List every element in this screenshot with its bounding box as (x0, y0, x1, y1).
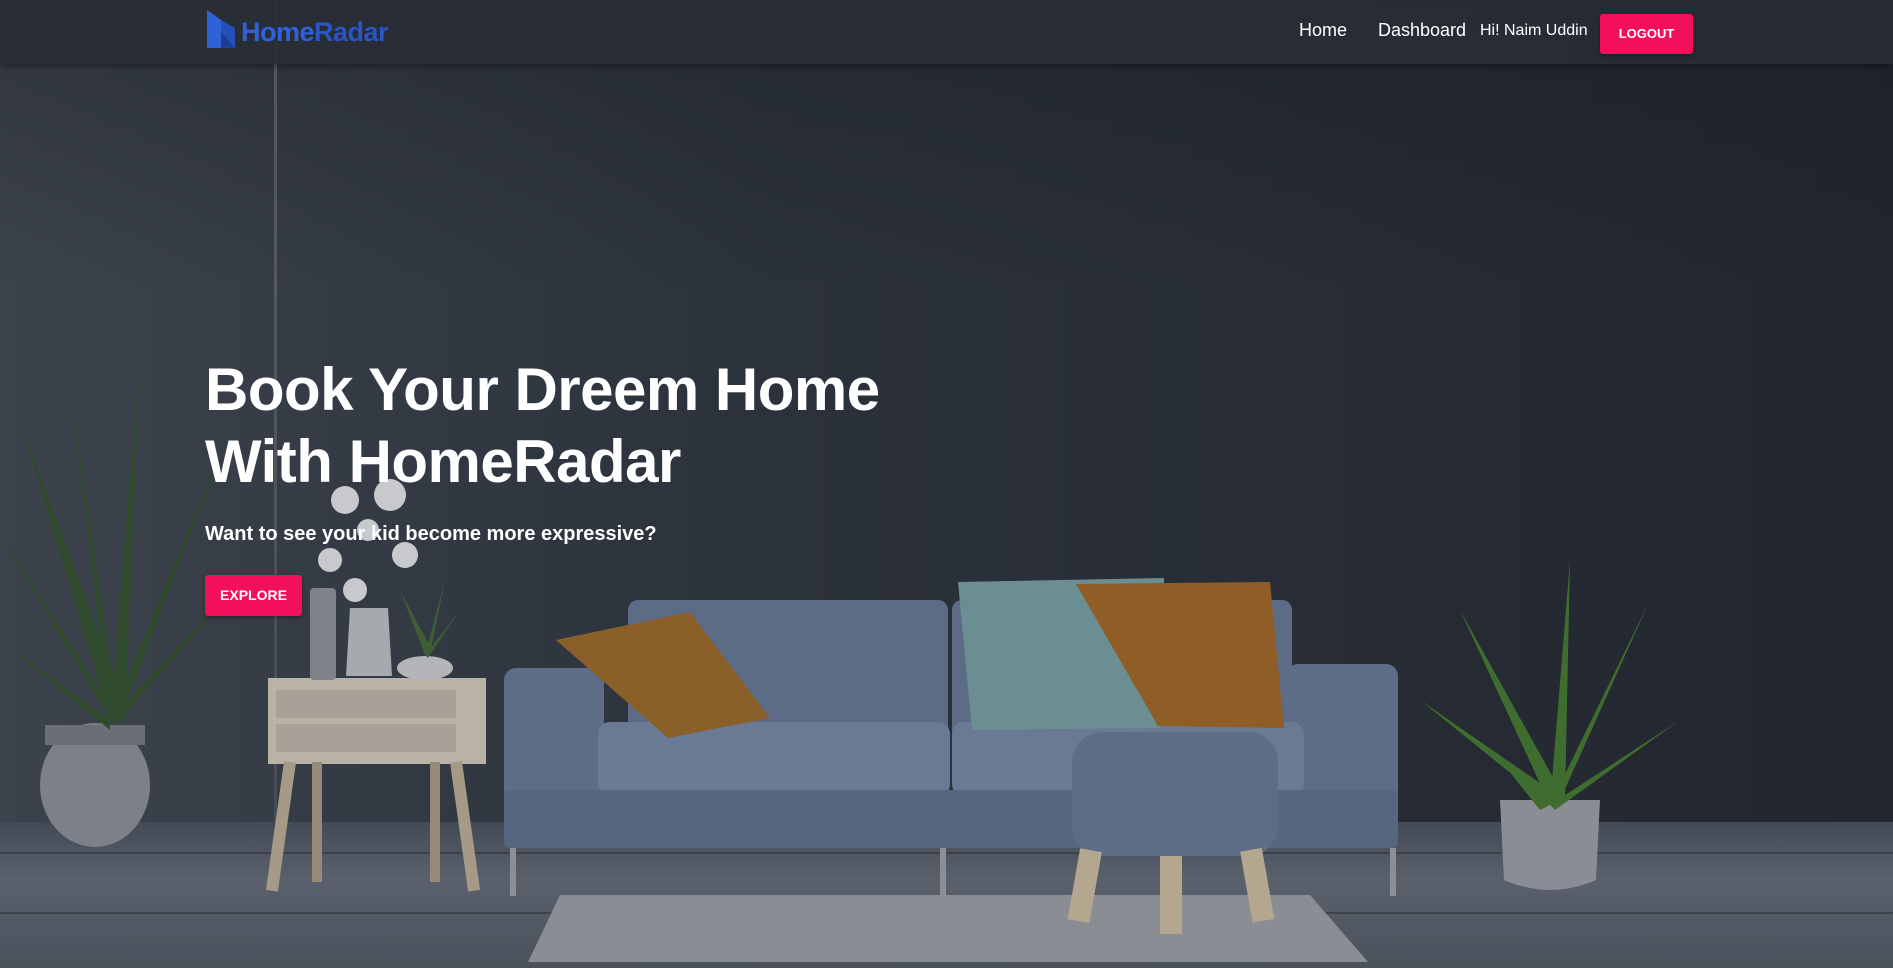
brand-name: HomeRadar (241, 16, 389, 47)
nav-link-dashboard[interactable]: Dashboard (1378, 20, 1466, 41)
hero-subtitle: Want to see your kid become more express… (205, 523, 657, 545)
explore-button[interactable]: EXPLORE (205, 575, 302, 616)
nav-link-home[interactable]: Home (1299, 20, 1347, 41)
user-greeting: Hi! Naim Uddin (1480, 22, 1588, 39)
hero-headline-line1: Book Your Dreem Home (205, 356, 880, 423)
right-potted-plant (1420, 560, 1680, 890)
top-navbar: HomeRadar Home Dashboard Hi! Naim Uddin … (0, 0, 1893, 64)
hero-headline-line2: With HomeRadar (205, 428, 681, 495)
logo-house-icon (207, 10, 235, 48)
hero-headline: Book Your Dreem Home With HomeRadar (205, 354, 925, 498)
logout-button[interactable]: LOGOUT (1600, 14, 1693, 54)
brand-logo[interactable]: HomeRadar (205, 8, 389, 50)
rug (528, 895, 1368, 962)
